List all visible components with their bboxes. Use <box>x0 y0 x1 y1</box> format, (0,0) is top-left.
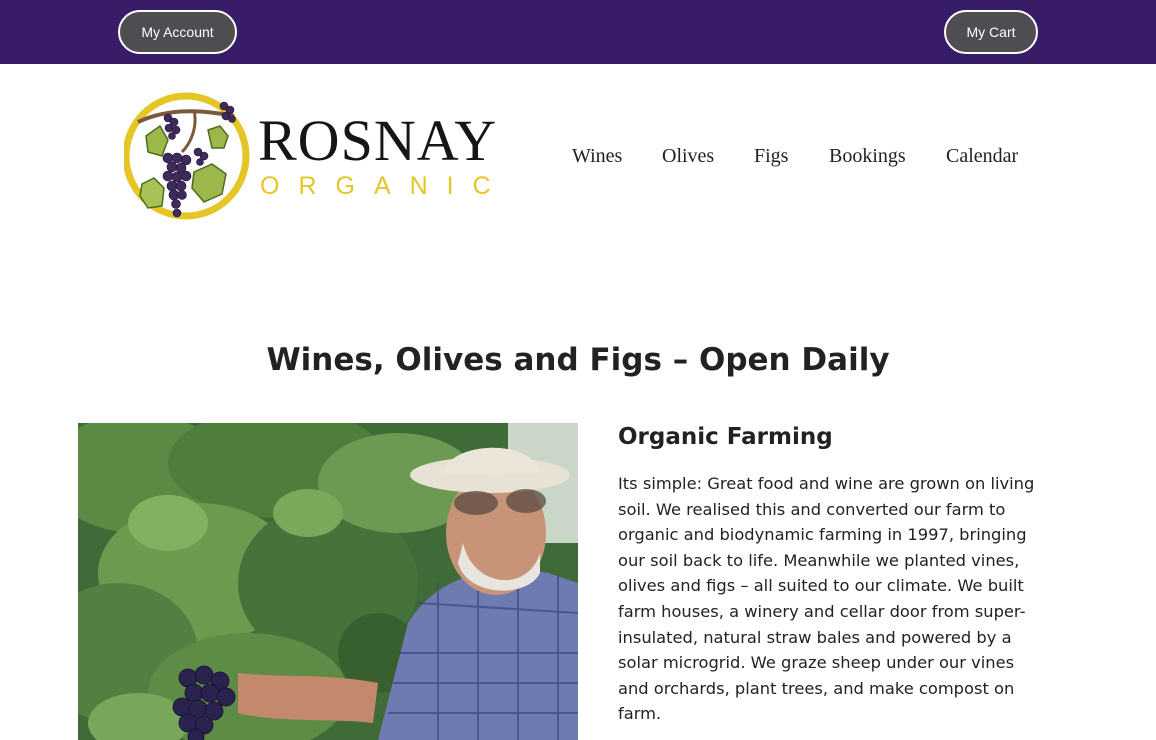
nav-item-calendar[interactable]: Calendar <box>946 142 1018 170</box>
section-title: Organic Farming <box>618 424 833 450</box>
page-headline: Wines, Olives and Figs – Open Daily <box>266 342 890 378</box>
nav-item-figs[interactable]: Figs <box>754 142 788 170</box>
section-body: Its simple: Great food and wine are grow… <box>618 474 1035 724</box>
nav-item-bookings[interactable]: Bookings <box>829 142 906 170</box>
logo-subtitle: ORGANIC <box>260 172 510 200</box>
nav-item-wines[interactable]: Wines <box>572 142 622 170</box>
my-cart-button[interactable]: My Cart <box>944 10 1038 54</box>
grapevine-emblem-icon <box>124 92 250 220</box>
farmer-photo <box>78 423 578 740</box>
site-logo[interactable]: ROSNAY ORGANIC <box>124 88 498 226</box>
nav-item-olives[interactable]: Olives <box>662 142 714 170</box>
logo-title: ROSNAY <box>258 108 498 173</box>
top-bar: My Account My Cart <box>0 0 1156 64</box>
my-account-button[interactable]: My Account <box>118 10 237 54</box>
